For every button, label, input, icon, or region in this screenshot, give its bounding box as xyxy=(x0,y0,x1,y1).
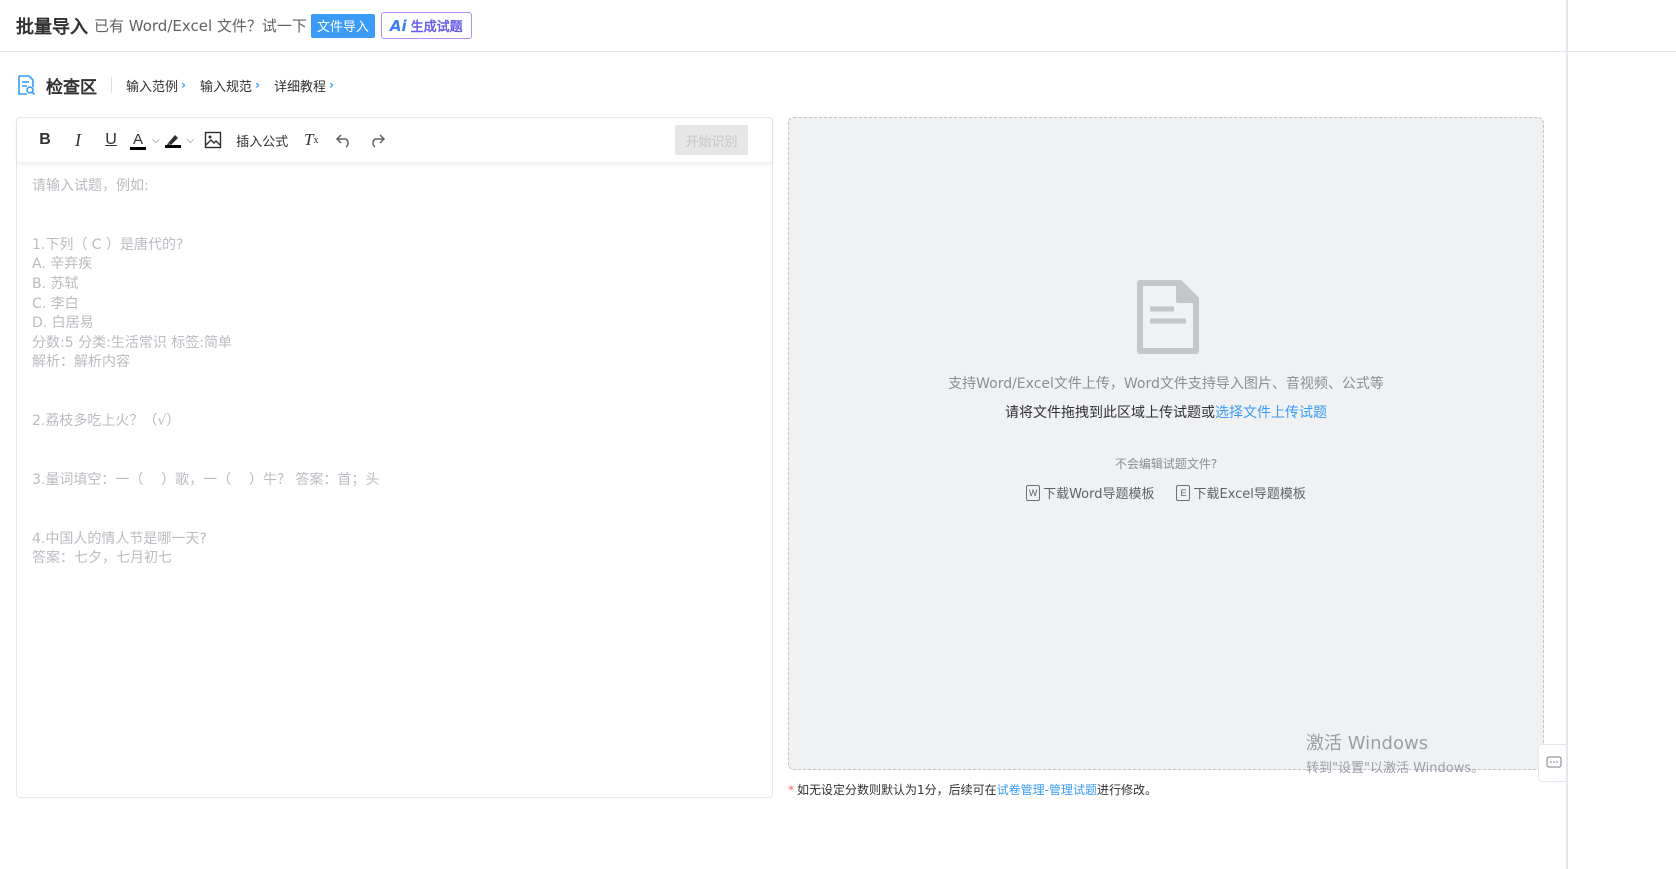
highlight-color-button[interactable]: ⌵ xyxy=(164,126,195,154)
page-subtitle: 已有 Word/Excel 文件？试一下 xyxy=(94,17,307,35)
placeholder-line xyxy=(32,216,757,236)
color-bar xyxy=(164,145,181,148)
chevron-right-icon: › xyxy=(181,78,186,92)
redo-button[interactable] xyxy=(363,126,391,154)
font-color-icon: A xyxy=(130,131,146,150)
manage-questions-link[interactable]: 试卷管理-管理试题 xyxy=(997,783,1097,797)
placeholder-line: C. 李白 xyxy=(32,295,79,312)
undo-button[interactable] xyxy=(330,126,358,154)
doc-check-icon xyxy=(18,75,36,96)
placeholder-line: A. 辛弃疾 xyxy=(32,256,93,273)
link-label: 详细教程 xyxy=(273,79,326,95)
choose-file-link[interactable]: 选择文件上传试题 xyxy=(1215,405,1327,421)
chevron-down-icon[interactable]: ⌵ xyxy=(187,135,195,146)
ai-generate-label: 生成试题 xyxy=(410,20,463,35)
clear-format-button[interactable]: Tx xyxy=(297,126,325,154)
page-title: 批量导入 xyxy=(16,16,88,38)
ai-generate-button[interactable]: Ai 生成试题 xyxy=(380,12,472,39)
footnote-suffix: 进行修改。 xyxy=(1096,783,1157,797)
check-area-bar: 检查区 输入范例 › 输入规范 › 详细教程 › xyxy=(16,70,348,100)
upload-drag-hint: 请将文件拖拽到此区域上传试题或选择文件上传试题 xyxy=(789,402,1543,422)
download-excel-template-link[interactable]: E 下载Excel导题模板 xyxy=(1176,483,1306,502)
link-label: 输入范例 xyxy=(126,79,179,95)
placeholder-line: 请输入试题，例如: xyxy=(32,178,149,194)
link-input-example[interactable]: 输入范例 › xyxy=(126,76,186,95)
start-recognition-button[interactable]: 开始识别 xyxy=(675,125,748,155)
editor-toolbar: B I U A ⌵ ⌵ 插入公式 Tx 开始识别 xyxy=(17,118,772,163)
editor-textarea[interactable]: 请输入试题，例如: 1.下列（ C ）是唐代的? A. 辛弃疾 B. 苏轼 C. 李白 D… xyxy=(17,163,772,583)
file-import-button[interactable]: 文件导入 xyxy=(310,13,375,38)
download-excel-label: 下载Excel导题模板 xyxy=(1193,487,1306,502)
chevron-right-icon: › xyxy=(254,78,260,92)
placeholder-line: 1.下列（ C ）是唐代的? xyxy=(32,236,184,253)
drag-hint-text: 请将文件拖拽到此区域上传试题或 xyxy=(1005,405,1215,421)
placeholder-line xyxy=(32,393,757,413)
upload-dropzone[interactable]: 支持Word/Excel文件上传，Word文件支持导入图片、音视频、公式等 请将… xyxy=(788,117,1544,770)
ai-logo-icon: Ai xyxy=(389,16,407,35)
undo-icon xyxy=(336,134,349,148)
placeholder-line: B. 苏轼 xyxy=(32,275,79,292)
clear-format-icon: T xyxy=(303,130,314,149)
word-file-icon: W xyxy=(1026,484,1041,501)
placeholder-line: D. 白居易 xyxy=(32,315,94,332)
placeholder-line: 3.量词填空：一（ ）歌，一（ ）牛？ 答案：首；头 xyxy=(32,471,380,488)
placeholder-line: 解析：解析内容 xyxy=(32,354,130,371)
windows-activation-watermark: 激活 Windows 转到"设置"以激活 Windows。 xyxy=(1306,729,1484,776)
color-bar xyxy=(130,146,146,150)
link-tutorial[interactable]: 详细教程 › xyxy=(274,76,334,95)
excel-file-icon: E xyxy=(1176,484,1191,501)
placeholder-line: 2.荔枝多吃上火？（√） xyxy=(32,413,181,430)
placeholder-line xyxy=(32,373,757,393)
watermark-line2: 转到"设置"以激活 Windows。 xyxy=(1306,761,1485,776)
download-word-label: 下载Word导题模板 xyxy=(1043,487,1155,502)
chevron-down-icon[interactable]: ⌵ xyxy=(152,135,160,146)
clear-format-sub: x xyxy=(313,134,319,146)
file-icon xyxy=(1137,280,1199,354)
placeholder-line: 4.中国人的情人节是哪一天? xyxy=(32,530,207,547)
divider xyxy=(111,77,112,93)
scrollbar[interactable] xyxy=(1566,0,1568,869)
placeholder-line: 分数:5 分类:生活常识 标签:简单 xyxy=(32,334,232,351)
link-input-spec[interactable]: 输入规范 › xyxy=(200,76,260,95)
image-icon xyxy=(204,131,222,149)
template-help-text: 不会编辑试题文件? xyxy=(1114,457,1218,471)
watermark-line1: 激活 Windows xyxy=(1306,733,1429,754)
template-downloads: W 下载Word导题模板 E 下载Excel导题模板 xyxy=(789,483,1543,502)
underline-button[interactable]: U xyxy=(97,126,125,154)
download-word-template-link[interactable]: W 下载Word导题模板 xyxy=(1026,483,1154,502)
required-star: * xyxy=(788,783,794,797)
redo-icon xyxy=(372,134,386,148)
insert-image-button[interactable] xyxy=(199,126,227,154)
pen-icon xyxy=(166,135,178,145)
footnote-prefix: 如无设定分数则默认为1分，后续可在 xyxy=(797,783,997,797)
insert-formula-button[interactable]: 插入公式 xyxy=(232,126,292,154)
placeholder-line xyxy=(32,491,757,511)
check-area-title: 检查区 xyxy=(46,77,97,98)
link-label: 输入规范 xyxy=(199,79,252,95)
placeholder-line: 答案：七夕，七月初七 xyxy=(32,550,172,567)
font-color-button[interactable]: A ⌵ xyxy=(130,126,160,154)
upload-support-hint: 支持Word/Excel文件上传，Word文件支持导入图片、音视频、公式等 xyxy=(948,376,1384,392)
placeholder-line xyxy=(32,432,757,452)
chevron-right-icon: › xyxy=(328,78,334,92)
italic-button[interactable]: I xyxy=(64,126,92,154)
placeholder-line xyxy=(32,451,757,471)
placeholder-line xyxy=(32,197,757,217)
placeholder-line xyxy=(32,510,757,530)
page-header: 批量导入 已有 Word/Excel 文件？试一下 文件导入 Ai 生成试题 xyxy=(0,0,1676,52)
bold-button[interactable]: B xyxy=(31,126,59,154)
chat-icon xyxy=(1545,756,1562,768)
font-color-letter: A xyxy=(132,130,143,148)
question-editor: B I U A ⌵ ⌵ 插入公式 Tx 开始识别 请输入试题，例如: 1.下列（ … xyxy=(16,117,773,798)
highlighter-icon xyxy=(164,132,181,148)
feedback-side-tab[interactable] xyxy=(1538,744,1568,782)
score-footnote: * 如无设定分数则默认为1分，后续可在试卷管理-管理试题进行修改。 xyxy=(788,781,1157,798)
